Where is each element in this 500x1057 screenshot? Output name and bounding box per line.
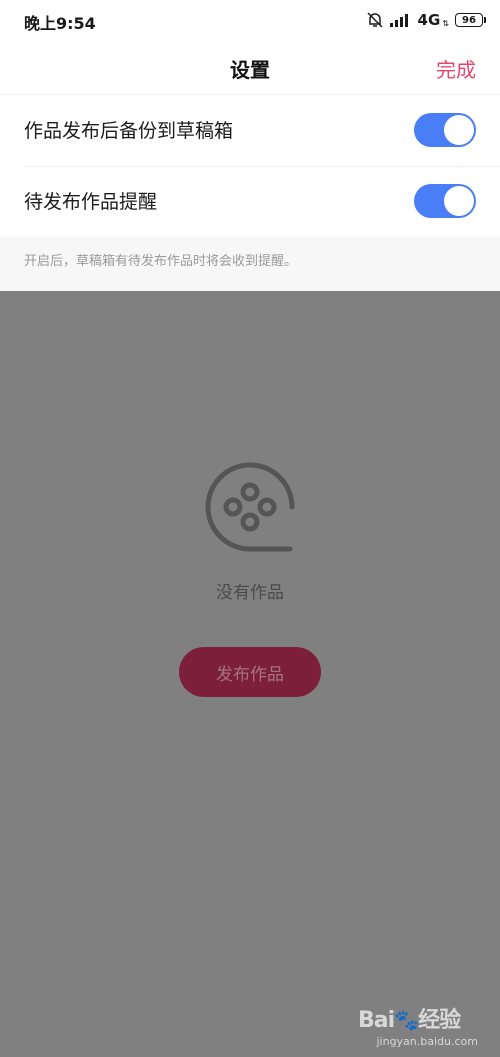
status-icons: 4G ⇅ 96 [366, 10, 486, 30]
done-button[interactable]: 完成 [436, 54, 476, 83]
reminder-toggle[interactable] [414, 184, 476, 218]
watermark-url: jingyan.baidu.com [376, 1035, 478, 1048]
settings-panel: 晚上9:54 4G ⇅ 96 设置 完成 作品发布后备份到草稿箱 待发布作品提醒… [0, 0, 500, 291]
publish-button[interactable]: 发布作品 [179, 647, 321, 697]
toggle-knob [444, 115, 474, 145]
status-bar: 晚上9:54 4G ⇅ 96 [0, 0, 500, 40]
film-reel-icon [205, 462, 295, 552]
backup-toggle[interactable] [414, 113, 476, 147]
status-time: 晚上9:54 [24, 14, 96, 33]
battery-level: 96 [462, 14, 476, 26]
toggle-knob [444, 186, 474, 216]
baidu-jingyan-watermark: Bai🐾经验 jingyan.baidu.com [358, 1002, 478, 1052]
bell-muted-icon [367, 12, 383, 28]
network-type: 4G [417, 11, 441, 29]
empty-message: 没有作品 [216, 583, 284, 603]
battery-icon: 96 [455, 13, 486, 27]
signal-icon [389, 14, 408, 27]
nav-bar: 设置 完成 [0, 40, 500, 95]
setting-row-backup-to-drafts: 作品发布后备份到草稿箱 [0, 96, 500, 166]
hint-text: 开启后，草稿箱有待发布作品时将会收到提醒。 [24, 254, 298, 269]
setting-label: 作品发布后备份到草稿箱 [24, 120, 234, 142]
data-arrows-icon: ⇅ [442, 18, 449, 28]
page-title: 设置 [230, 58, 270, 82]
setting-row-pending-reminder: 待发布作品提醒 [0, 167, 500, 237]
watermark-logo: Bai🐾经验 [358, 1008, 461, 1033]
setting-label: 待发布作品提醒 [24, 191, 158, 213]
hint-block: 开启后，草稿箱有待发布作品时将会收到提醒。 [0, 237, 500, 291]
